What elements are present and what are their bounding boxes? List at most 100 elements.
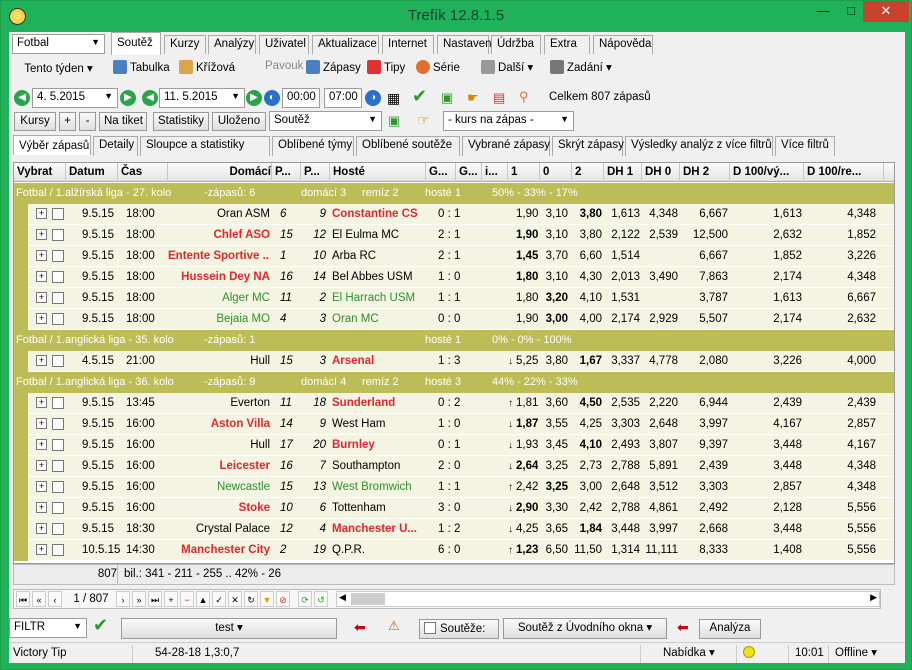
date-from-input[interactable]: 4. 5.2015 ▼ xyxy=(32,88,118,108)
expand-icon[interactable]: + xyxy=(36,355,47,366)
expand-icon[interactable]: + xyxy=(36,544,47,555)
sport-select[interactable]: Fotbal ▼ xyxy=(12,34,105,54)
date-to-input[interactable]: 11. 5.2015 ▼ xyxy=(159,88,245,108)
expand-icon[interactable]: + xyxy=(36,292,47,303)
table-row[interactable]: +9.5.15 18:00 Hussein Dey NA 16 14 Bel Abbes … xyxy=(14,267,894,288)
tab-1[interactable]: Kurzy xyxy=(164,35,206,54)
select-checkbox[interactable] xyxy=(52,439,64,451)
column-header-9[interactable]: i... xyxy=(482,163,508,182)
select-checkbox[interactable] xyxy=(52,355,64,367)
table-row[interactable]: +9.5.15 18:00 Alger MC 11 2 El Harrach USM 1 :… xyxy=(14,288,894,309)
group-header[interactable]: Fotbal / 1.alžírská liga - 27. kolo -zápa… xyxy=(14,183,894,204)
table-row[interactable]: +9.5.15 16:00 Leicester 16 7 Southampton 2 : 0… xyxy=(14,456,894,477)
table-row[interactable]: +9.5.15 18:00 Bejaia MO 4 3 Oran MC 0 : 0 1,90 3… xyxy=(14,309,894,330)
tab-3[interactable]: Uživatel xyxy=(259,35,309,54)
insert-icon[interactable]: + xyxy=(164,591,178,607)
zadani-button[interactable]: Zadání ▾ xyxy=(550,60,612,74)
select-checkbox[interactable] xyxy=(52,418,64,430)
subtab-5[interactable]: Vybrané zápasy xyxy=(462,136,550,156)
column-header-1[interactable]: Datum xyxy=(66,163,118,182)
subtab-6[interactable]: Skrýt zápasy xyxy=(552,136,624,156)
time-to-input[interactable]: 07:00 xyxy=(324,88,362,108)
next-page-icon[interactable]: » xyxy=(132,591,146,607)
prev-date-icon[interactable]: ◀ xyxy=(14,90,30,106)
post-icon[interactable]: ✓ xyxy=(212,591,226,607)
select-checkbox[interactable] xyxy=(52,460,64,472)
week-dropdown[interactable]: Tento týden ▾ xyxy=(12,59,105,81)
zapasy-button[interactable]: Zápasy xyxy=(306,60,361,74)
expand-icon[interactable]: + xyxy=(36,250,47,261)
table-row[interactable]: +9.5.15 18:30 Crystal Palace 12 4 Manchester … xyxy=(14,519,894,540)
column-header-15[interactable]: DH 2 xyxy=(680,163,730,182)
column-header-16[interactable]: D 100/vý... xyxy=(730,163,804,182)
select-checkbox[interactable] xyxy=(52,229,64,241)
table-row[interactable]: +9.5.15 18:00 Oran ASM 6 9 Constantine CS 0 : … xyxy=(14,204,894,225)
offline-dropdown[interactable]: Offline ▾ xyxy=(831,645,905,663)
serie-button[interactable]: Série xyxy=(416,60,460,74)
select-checkbox[interactable] xyxy=(52,523,64,535)
column-header-13[interactable]: DH 1 xyxy=(604,163,642,182)
column-header-0[interactable]: Vybrat xyxy=(14,163,66,182)
close-button[interactable]: ✕ xyxy=(863,1,909,22)
group-header[interactable]: Fotbal / 1.anglická liga - 35. kolo -zápa… xyxy=(14,330,894,351)
tab-8[interactable]: Extra xyxy=(544,35,590,54)
statistiky-button[interactable]: Statistiky xyxy=(153,112,209,131)
scroll-thumb[interactable] xyxy=(351,593,385,605)
table-row[interactable]: +4.5.15 21:00 Hull 15 3 Arsenal 1 : 3 ↓ 5,25 3,80… xyxy=(14,351,894,372)
next-record-icon[interactable]: › xyxy=(116,591,130,607)
expand-icon[interactable]: + xyxy=(36,502,47,513)
tab-7[interactable]: Údržba xyxy=(491,35,541,54)
column-header-7[interactable]: G... xyxy=(426,163,456,182)
table-row[interactable]: +9.5.15 18:00 Entente Sportive ... 1 10 Arba … xyxy=(14,246,894,267)
time-reset-icon[interactable]: ◐ xyxy=(264,90,280,106)
minimize-button[interactable]: — xyxy=(809,1,837,22)
subtab-1[interactable]: Detaily xyxy=(93,136,138,156)
filter-test-dropdown[interactable]: test ▾ xyxy=(121,618,337,639)
subtab-2[interactable]: Sloupce a statistiky xyxy=(140,136,270,156)
column-header-8[interactable]: G... xyxy=(456,163,482,182)
hand-icon[interactable]: ☛ xyxy=(467,90,479,106)
table-row[interactable]: +10.5.15 14:30 Manchester City 2 19 Q.P.R. 6 :… xyxy=(14,540,894,561)
soutezy-checkbox[interactable]: Soutěže: xyxy=(419,619,499,639)
stop-icon[interactable]: ⊘ xyxy=(276,591,290,607)
expand-icon[interactable]: + xyxy=(36,481,47,492)
table-row[interactable]: +9.5.15 13:45 Everton 11 18 Sunderland 0 : 2 ↑ 1… xyxy=(14,393,894,414)
minus-button[interactable]: - xyxy=(79,112,96,131)
column-header-17[interactable]: D 100/re... xyxy=(804,163,884,182)
edit-icon[interactable]: ▲ xyxy=(196,591,210,607)
nabidka-dropdown[interactable]: Nabídka ▾ xyxy=(659,645,737,663)
export-grid-icon[interactable]: ⟳ xyxy=(298,591,312,607)
column-header-3[interactable]: Domácí xyxy=(168,163,272,182)
column-header-4[interactable]: P... xyxy=(272,163,301,182)
kurs-select[interactable]: - kurs na zápas - ▼ xyxy=(443,111,574,131)
expand-icon[interactable]: + xyxy=(36,397,47,408)
krizova-button[interactable]: Křížová xyxy=(179,60,235,74)
column-header-6[interactable]: Hosté xyxy=(330,163,426,182)
filter-apply-icon[interactable]: ✔ xyxy=(93,615,108,636)
reload-icon[interactable]: ↺ xyxy=(314,591,328,607)
time-from-input[interactable]: 00:00 xyxy=(282,88,320,108)
column-header-2[interactable]: Čas xyxy=(118,163,168,182)
select-checkbox[interactable] xyxy=(52,544,64,556)
plus-button[interactable]: + xyxy=(59,112,76,131)
select-checkbox[interactable] xyxy=(52,502,64,514)
prev-page-icon[interactable]: « xyxy=(32,591,46,607)
prev-date-to-icon[interactable]: ◀ xyxy=(142,90,158,106)
ulozeno-button[interactable]: Uloženo xyxy=(212,112,266,131)
tipy-button[interactable]: Tipy xyxy=(367,60,405,74)
select-checkbox[interactable] xyxy=(52,397,64,409)
subtab-4[interactable]: Oblíbené soutěže xyxy=(356,136,460,156)
title-bar[interactable]: ☺ Trefík 12.8.1.5 — □ ✕ xyxy=(1,1,911,32)
cancel-icon[interactable]: ✕ xyxy=(228,591,242,607)
calendar-icon[interactable]: ▦ xyxy=(387,90,400,107)
table-row[interactable]: +9.5.15 16:00 Newcastle 15 13 West Bromwich 1 … xyxy=(14,477,894,498)
column-header-11[interactable]: 0 xyxy=(540,163,572,182)
search-icon[interactable]: ⚲ xyxy=(519,89,529,105)
na-tiket-button[interactable]: Na tiket xyxy=(99,112,147,131)
horizontal-scrollbar[interactable]: ◀ ▶ xyxy=(336,591,880,607)
tab-6[interactable]: Nastavení xyxy=(437,35,495,54)
column-header-14[interactable]: DH 0 xyxy=(642,163,680,182)
dalsi-button[interactable]: Další ▾ xyxy=(481,60,533,74)
scroll-right-icon[interactable]: ▶ xyxy=(870,592,877,603)
analyza-button[interactable]: Analýza xyxy=(699,619,761,639)
